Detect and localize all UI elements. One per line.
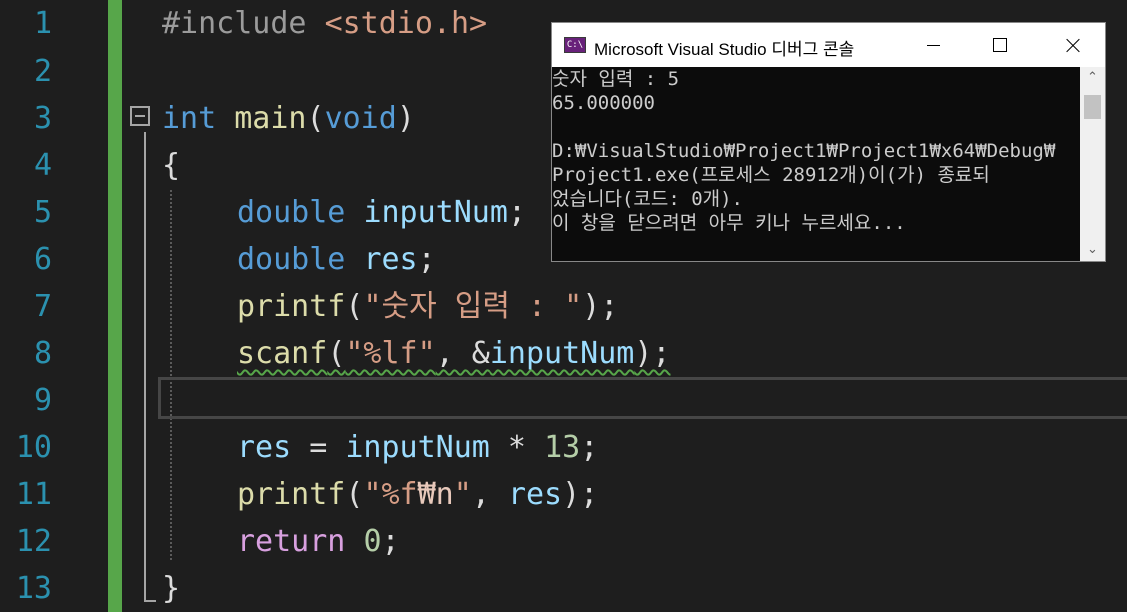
paren: ( bbox=[327, 336, 346, 371]
line-number: 13 bbox=[15, 571, 52, 606]
line-number: 7 bbox=[33, 289, 52, 324]
console-titlebar[interactable]: C:\ Microsoft Visual Studio 디버그 콘솔 bbox=[552, 23, 1105, 67]
fold-guide-end bbox=[144, 600, 156, 602]
code-line-4[interactable]: { bbox=[162, 143, 180, 189]
line-number: 10 bbox=[15, 430, 52, 465]
code-line-10[interactable]: res = inputNum * 13; bbox=[237, 425, 598, 471]
console-line: Project1.exe(프로세스 28912개)이(가) 종료되 bbox=[552, 164, 990, 186]
code-line-13[interactable]: } bbox=[162, 566, 180, 612]
console-scrollbar[interactable]: ⌃ ⌄ bbox=[1080, 67, 1105, 261]
operator: = bbox=[291, 430, 346, 465]
keyword: double bbox=[237, 242, 346, 277]
minimize-button[interactable] bbox=[910, 23, 956, 67]
paren: ); bbox=[634, 336, 671, 371]
line-number: 9 bbox=[33, 383, 52, 418]
semicolon: ; bbox=[507, 195, 526, 230]
line-number: 11 bbox=[15, 477, 52, 512]
paren: ( bbox=[345, 289, 364, 324]
console-line: D:₩VisualStudio₩Project1₩Project1₩x64₩De… bbox=[552, 140, 1056, 162]
line-number: 12 bbox=[15, 524, 52, 559]
console-app-icon: C:\ bbox=[564, 37, 586, 53]
scroll-up-arrow-icon[interactable]: ⌃ bbox=[1080, 67, 1105, 89]
debug-console-window[interactable]: C:\ Microsoft Visual Studio 디버그 콘솔 숫자 입력… bbox=[551, 22, 1106, 262]
line-number: 2 bbox=[33, 54, 52, 89]
semicolon: ; bbox=[580, 430, 599, 465]
variable: inputNum bbox=[345, 430, 490, 465]
line-number: 1 bbox=[33, 6, 52, 41]
line-number: 5 bbox=[33, 195, 52, 230]
code-line-5[interactable]: double inputNum; bbox=[237, 190, 526, 236]
function-call: scanf bbox=[237, 336, 328, 371]
brace: } bbox=[162, 571, 181, 606]
operator: * bbox=[489, 430, 545, 465]
paren: ( bbox=[306, 101, 325, 136]
operator: , bbox=[471, 477, 508, 512]
function-name: main bbox=[234, 101, 307, 136]
warning-squiggle[interactable]: scanf("%lf", &inputNum); bbox=[237, 336, 671, 371]
maximize-button[interactable] bbox=[977, 23, 1023, 67]
variable: res bbox=[237, 430, 292, 465]
code-line-6[interactable]: double res; bbox=[237, 237, 436, 283]
function-call: printf bbox=[237, 289, 346, 324]
paren: ) bbox=[396, 101, 415, 136]
paren: ( bbox=[345, 477, 364, 512]
paren: ); bbox=[562, 477, 599, 512]
console-line: 이 창을 닫으려면 아무 키나 누르세요... bbox=[552, 212, 906, 234]
semicolon: ; bbox=[381, 524, 400, 559]
keyword: double bbox=[237, 195, 346, 230]
line-number: 4 bbox=[33, 148, 52, 183]
brace: { bbox=[162, 148, 181, 183]
console-output[interactable]: 숫자 입력 : 5 65.000000 D:₩VisualStudio₩Proj… bbox=[552, 67, 1079, 261]
variable: res bbox=[507, 477, 563, 512]
string-literal: "%lf" bbox=[345, 336, 436, 371]
change-tracking-bar bbox=[108, 0, 122, 612]
variable: res bbox=[363, 242, 418, 277]
semicolon: ; bbox=[417, 242, 436, 277]
number-literal: 0 bbox=[363, 524, 382, 559]
code-line-3[interactable]: int main(void) bbox=[162, 96, 415, 142]
console-line: 었습니다(코드: 0개). bbox=[552, 188, 743, 210]
line-number: 6 bbox=[33, 242, 52, 277]
include-header: <stdio.h> bbox=[324, 6, 488, 41]
scroll-thumb[interactable] bbox=[1084, 95, 1101, 119]
console-line: 65.000000 bbox=[552, 92, 655, 114]
indent-guide bbox=[170, 190, 172, 560]
collapse-icon[interactable] bbox=[130, 106, 150, 126]
number-literal: 13 bbox=[544, 430, 581, 465]
string-literal: "%f bbox=[363, 477, 418, 512]
keyword: void bbox=[324, 101, 397, 136]
keyword: int bbox=[162, 101, 217, 136]
scroll-down-arrow-icon[interactable]: ⌄ bbox=[1080, 239, 1105, 261]
line-number: 8 bbox=[33, 336, 52, 371]
console-line: 숫자 입력 : 5 bbox=[552, 68, 680, 90]
code-line-7[interactable]: printf("숫자 입력 : "); bbox=[237, 284, 618, 330]
close-button[interactable] bbox=[1049, 23, 1095, 67]
code-line-8[interactable]: scanf("%lf", &inputNum); bbox=[237, 331, 671, 377]
console-title: Microsoft Visual Studio 디버그 콘솔 bbox=[594, 40, 855, 59]
code-line-11[interactable]: printf("%f₩n", res); bbox=[237, 472, 598, 518]
line-number-gutter: 1 2 3 4 5 6 7 8 9 10 11 12 13 bbox=[0, 0, 108, 612]
fold-guide-line bbox=[144, 132, 146, 602]
control-keyword: return bbox=[237, 524, 346, 559]
variable: inputNum bbox=[489, 336, 635, 371]
variable: inputNum bbox=[363, 195, 508, 230]
line-number: 3 bbox=[33, 101, 52, 136]
code-line-1[interactable]: #include <stdio.h> bbox=[162, 1, 487, 47]
string-literal: " bbox=[453, 477, 472, 512]
function-call: printf bbox=[237, 477, 346, 512]
operator: , & bbox=[435, 336, 490, 371]
preprocessor-directive: #include bbox=[162, 6, 307, 41]
escape-sequence: ₩n bbox=[417, 477, 454, 512]
code-line-12[interactable]: return 0; bbox=[237, 519, 400, 565]
current-line-highlight bbox=[158, 377, 1127, 419]
string-literal: "숫자 입력 : " bbox=[363, 289, 583, 324]
paren: ); bbox=[582, 289, 619, 324]
